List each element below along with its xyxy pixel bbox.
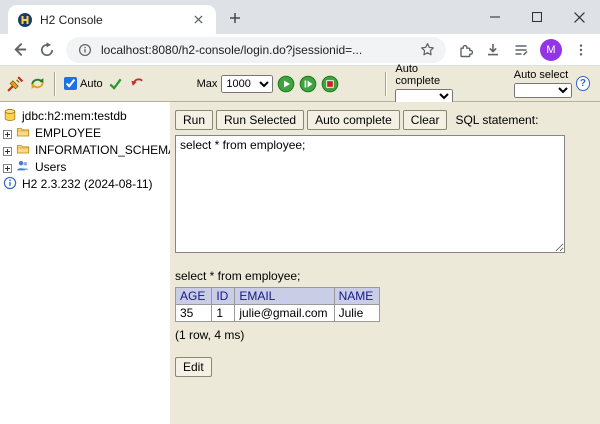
auto-complete-control: Auto complete <box>395 63 461 104</box>
auto-complete-label: Auto complete <box>395 63 461 87</box>
max-rows-select[interactable]: 1000 <box>221 75 273 93</box>
new-tab-button[interactable] <box>222 5 248 31</box>
results-header-row: AGE ID EMAIL NAME <box>176 288 380 305</box>
column-header-id: ID <box>212 288 235 305</box>
site-info-icon[interactable] <box>76 41 94 59</box>
address-bar[interactable]: localhost:8080/h2-console/login.do?jsess… <box>66 37 446 63</box>
database-icon <box>3 108 18 123</box>
tree-item-version-info[interactable]: H2 2.3.232 (2024-08-11) <box>3 175 167 192</box>
auto-select-select[interactable] <box>514 83 572 98</box>
window-maximize-button[interactable] <box>516 0 558 34</box>
browser-menu-icon[interactable] <box>572 41 590 59</box>
tree-item-users[interactable]: Users <box>3 158 167 175</box>
bookmark-star-icon[interactable] <box>418 41 436 59</box>
results-panel: select * from employee; AGE ID EMAIL NAM… <box>175 269 600 377</box>
disconnect-icon[interactable] <box>6 75 24 93</box>
tree-item-database[interactable]: jdbc:h2:mem:testdb <box>3 107 167 124</box>
run-selected-button[interactable]: Run Selected <box>216 110 304 130</box>
db-tree-sidebar: jdbc:h2:mem:testdb EMPLOYEE INFORMATION_ <box>0 102 170 424</box>
rollback-icon[interactable] <box>129 75 147 93</box>
browser-navbar: localhost:8080/h2-console/login.do?jsess… <box>0 34 600 66</box>
window-controls <box>474 0 600 34</box>
console-content: jdbc:h2:mem:testdb EMPLOYEE INFORMATION_ <box>0 102 600 424</box>
back-icon[interactable] <box>10 41 28 59</box>
tree-item-employee[interactable]: EMPLOYEE <box>3 124 167 141</box>
folder-icon <box>16 142 31 157</box>
cell-age: 35 <box>176 305 212 322</box>
h2-favicon-icon <box>17 12 33 28</box>
auto-select-label: Auto select <box>514 69 568 81</box>
results-table: AGE ID EMAIL NAME 35 1 julie@gmail.com J… <box>175 287 380 322</box>
auto-commit-label: Auto <box>80 78 103 90</box>
browser-tab[interactable]: H2 Console <box>8 5 216 34</box>
run-icon[interactable] <box>277 75 295 93</box>
tree-item-label: INFORMATION_SCHEMA <box>35 143 170 157</box>
expand-toggle-icon[interactable] <box>3 128 12 137</box>
reading-list-icon[interactable] <box>512 41 530 59</box>
run-selected-icon[interactable] <box>299 75 317 93</box>
query-button-row: Run Run Selected Auto complete Clear SQL… <box>175 110 600 130</box>
tab-close-icon[interactable] <box>190 11 207 28</box>
max-rows-control: Max 1000 <box>197 75 274 93</box>
window-minimize-button[interactable] <box>474 0 516 34</box>
cell-email: julie@gmail.com <box>235 305 334 322</box>
extensions-puzzle-icon[interactable] <box>456 41 474 59</box>
auto-select-control: Auto select <box>514 69 572 98</box>
help-icon[interactable]: ? <box>576 76 590 91</box>
folder-icon <box>16 125 31 140</box>
sql-statement-label: SQL statement: <box>455 113 538 127</box>
toolbar-separator <box>54 72 56 96</box>
cell-id: 1 <box>212 305 235 322</box>
tab-bar: H2 Console <box>0 0 600 34</box>
query-echo: select * from employee; <box>175 269 600 283</box>
edit-button[interactable]: Edit <box>175 357 212 377</box>
clear-button[interactable]: Clear <box>403 110 448 130</box>
auto-commit-checkbox[interactable] <box>64 77 77 90</box>
max-rows-label: Max <box>197 78 218 90</box>
tree-item-information-schema[interactable]: INFORMATION_SCHEMA <box>3 141 167 158</box>
run-button[interactable]: Run <box>175 110 213 130</box>
expand-toggle-icon[interactable] <box>3 162 12 171</box>
refresh-objects-icon[interactable] <box>28 75 46 93</box>
refresh-icon[interactable] <box>38 41 56 59</box>
tree-item-label: EMPLOYEE <box>35 126 101 140</box>
profile-avatar[interactable]: M <box>540 39 562 61</box>
row-count-status: (1 row, 4 ms) <box>175 328 600 342</box>
cell-name: Julie <box>334 305 380 322</box>
column-header-name: NAME <box>334 288 380 305</box>
browser-window: H2 Console <box>0 0 600 424</box>
info-icon <box>3 176 18 191</box>
tab-title: H2 Console <box>40 13 183 27</box>
users-icon <box>16 159 31 174</box>
download-icon[interactable] <box>484 41 502 59</box>
tree-item-label: H2 2.3.232 (2024-08-11) <box>22 177 153 191</box>
commit-icon[interactable] <box>107 75 125 93</box>
column-header-email: EMAIL <box>235 288 334 305</box>
tree-item-label: Users <box>35 160 66 174</box>
window-close-button[interactable] <box>558 0 600 34</box>
auto-commit-control: Auto <box>64 77 103 90</box>
table-row: 35 1 julie@gmail.com Julie <box>176 305 380 322</box>
auto-complete-button[interactable]: Auto complete <box>307 110 400 130</box>
sql-input[interactable]: select * from employee; <box>175 135 565 253</box>
h2-toolbar: Auto Max 1000 Auto complete Auto <box>0 66 600 102</box>
query-panel: Run Run Selected Auto complete Clear SQL… <box>170 102 600 424</box>
toolbar-separator <box>385 72 387 96</box>
tree-item-label: jdbc:h2:mem:testdb <box>22 109 127 123</box>
url-text[interactable]: localhost:8080/h2-console/login.do?jsess… <box>101 43 411 57</box>
column-header-age: AGE <box>176 288 212 305</box>
stop-icon[interactable] <box>321 75 339 93</box>
expand-toggle-icon[interactable] <box>3 145 12 154</box>
